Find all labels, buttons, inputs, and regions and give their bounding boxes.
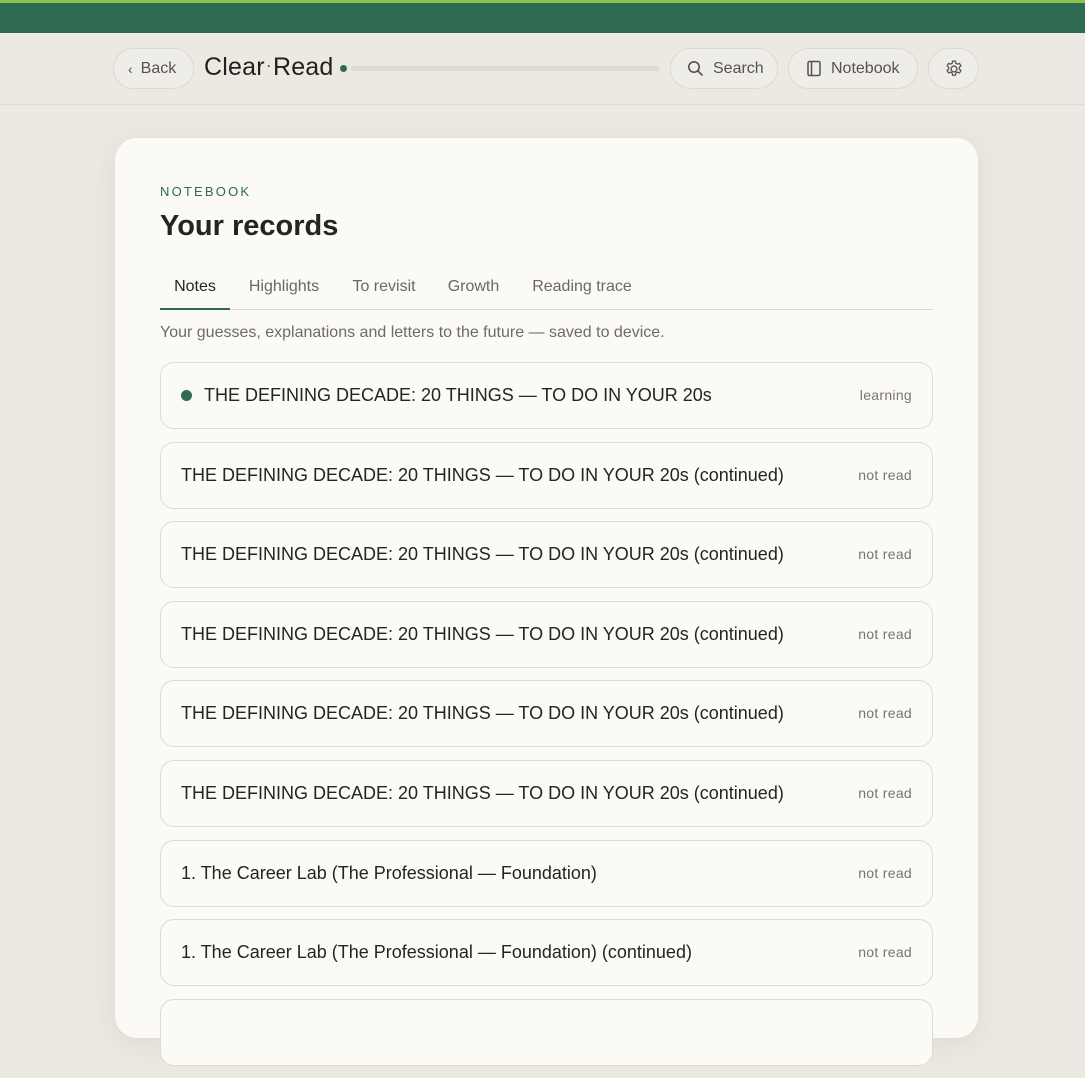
app-logo: Clear·Read (204, 53, 334, 82)
status-badge: learning (859, 387, 912, 403)
list-item-title: THE DEFINING DECADE: 20 THINGS — TO DO I… (181, 623, 784, 644)
list-item-title: THE DEFINING DECADE: 20 THINGS — TO DO I… (181, 544, 784, 565)
settings-button[interactable] (928, 48, 979, 89)
tab-reading-trace[interactable]: Reading trace (522, 268, 642, 310)
status-badge: not read (858, 546, 912, 563)
list-item[interactable]: THE DEFINING DECADE: 20 THINGS — TO DO I… (160, 521, 933, 589)
tab-notes[interactable]: Notes (160, 268, 230, 310)
chevron-left-icon: ‹ (128, 60, 133, 77)
gear-icon (945, 59, 962, 76)
list-item[interactable]: THE DEFINING DECADE: 20 THINGS — TO DO I… (160, 362, 933, 429)
list-item[interactable]: 1. The Career Lab (The Professional — Fo… (160, 919, 933, 987)
list-item[interactable]: THE DEFINING DECADE: 20 THINGS — TO DO I… (160, 600, 933, 668)
list-item[interactable]: THE DEFINING DECADE: 20 THINGS — TO DO I… (160, 441, 933, 509)
brand-left: Clear (204, 53, 265, 81)
notebook-icon (807, 60, 821, 77)
search-icon (688, 61, 703, 76)
status-badge: not read (858, 784, 912, 801)
active-indicator-dot (181, 390, 192, 401)
search-button-label: Search (713, 59, 764, 77)
status-badge: not read (858, 944, 912, 961)
tab-to-revisit[interactable]: To revisit (342, 268, 426, 310)
list-item[interactable] (160, 998, 933, 1066)
notes-description: Your guesses, explanations and letters t… (160, 324, 665, 341)
tab-bar: Notes Highlights To revisit Growth Readi… (160, 268, 933, 310)
list-item-title: THE DEFINING DECADE: 20 THINGS — TO DO I… (181, 464, 784, 485)
list-item-title: THE DEFINING DECADE: 20 THINGS — TO DO I… (204, 385, 712, 405)
back-button[interactable]: ‹ Back (113, 48, 194, 89)
tab-highlights[interactable]: Highlights (238, 268, 330, 310)
list-item-title: 1. The Career Lab (The Professional — Fo… (181, 862, 597, 883)
status-badge: not read (858, 625, 912, 642)
reading-progress-bar (351, 66, 660, 71)
list-item[interactable]: THE DEFINING DECADE: 20 THINGS — TO DO I… (160, 759, 933, 827)
list-item-title: THE DEFINING DECADE: 20 THINGS — TO DO I… (181, 703, 784, 724)
status-badge: not read (858, 864, 912, 881)
notebook-panel: NOTEBOOK Your records Notes Highlights T… (115, 138, 978, 1066)
brand-right: Read (272, 53, 334, 81)
notes-list: THE DEFINING DECADE: 20 THINGS — TO DO I… (160, 362, 933, 1078)
tab-growth[interactable]: Growth (441, 268, 506, 310)
section-eyebrow: NOTEBOOK (160, 184, 252, 199)
list-item-title: THE DEFINING DECADE: 20 THINGS — TO DO I… (181, 782, 784, 803)
list-item[interactable]: 1. The Career Lab (The Professional — Fo… (160, 839, 933, 907)
list-item[interactable]: THE DEFINING DECADE: 20 THINGS — TO DO I… (160, 680, 933, 748)
app-header: ‹ Back Clear·Read Search Notebook (0, 33, 1085, 105)
top-accent-bar (0, 0, 1085, 33)
status-badge: not read (858, 705, 912, 722)
back-button-label: Back (140, 59, 177, 77)
status-badge: not read (858, 466, 912, 483)
page-title: Your records (160, 210, 339, 242)
list-item-title: 1. The Career Lab (The Professional — Fo… (181, 942, 692, 963)
notebook-button[interactable]: Notebook (788, 48, 918, 89)
progress-indicator-dot (340, 65, 347, 72)
brand-separator: · (265, 55, 272, 75)
notebook-button-label: Notebook (831, 59, 900, 77)
search-button[interactable]: Search (670, 48, 778, 89)
